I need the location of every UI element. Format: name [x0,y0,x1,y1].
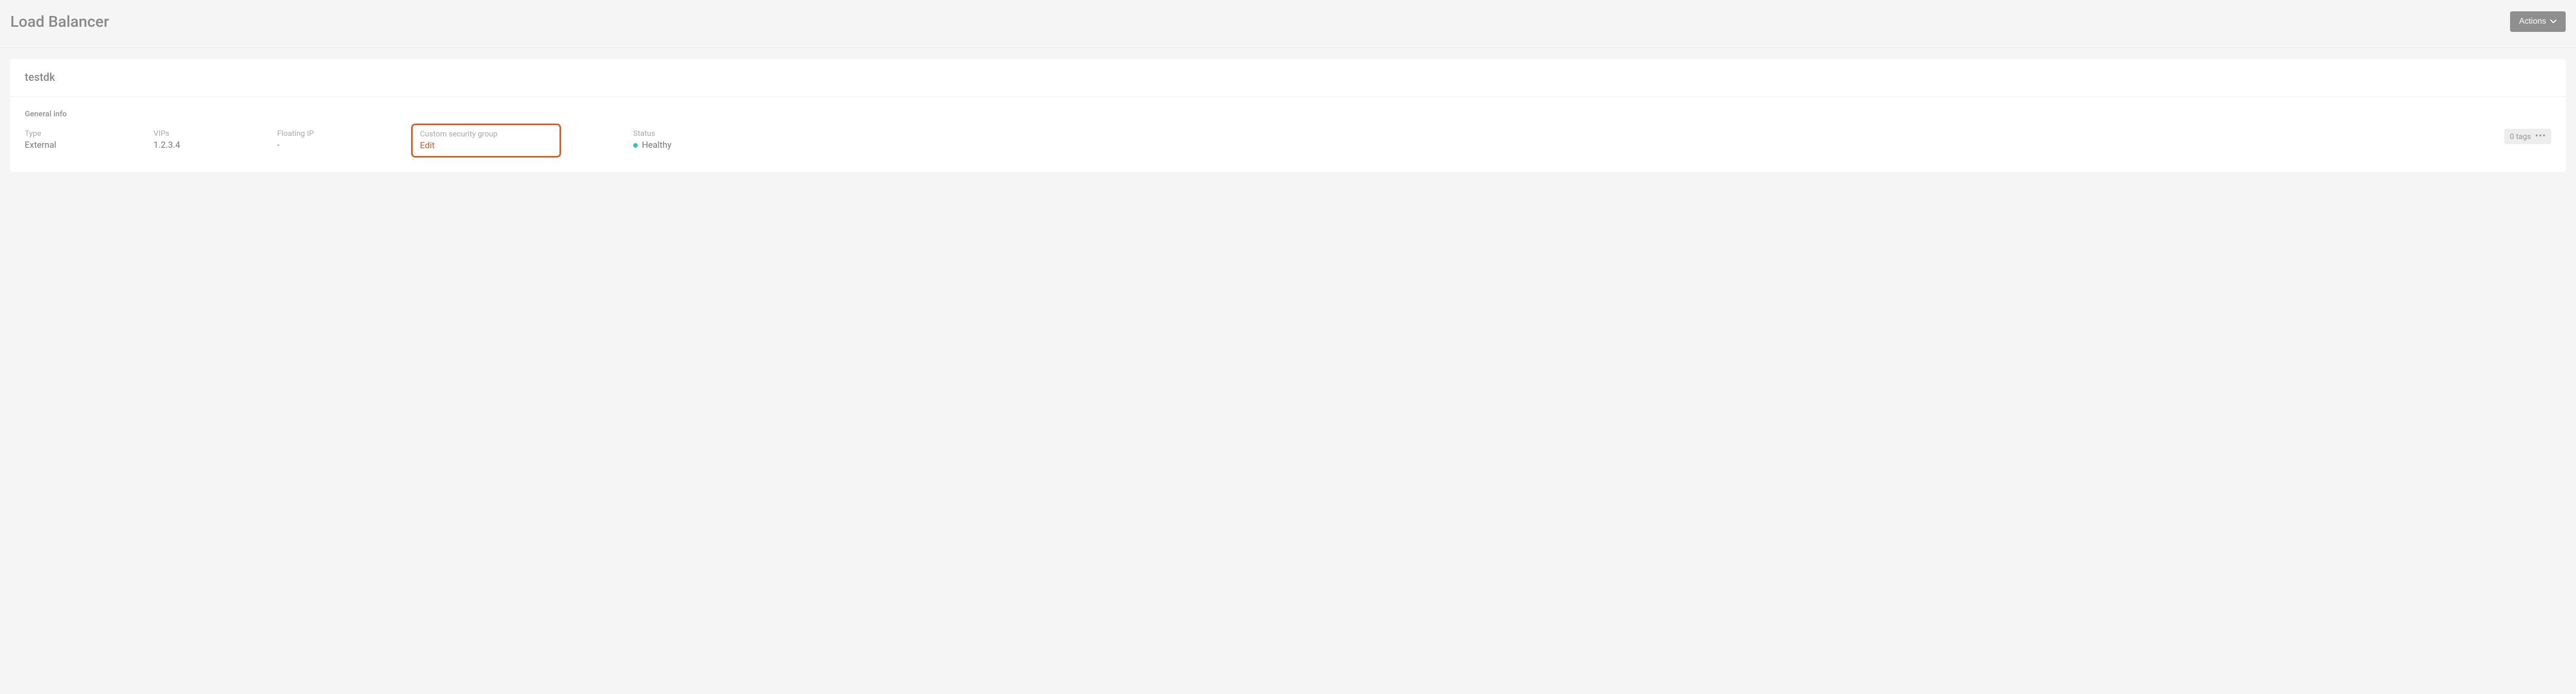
info-floating-ip-label: Floating IP [277,129,406,138]
content-area: testdk General info Type External VIPs 1… [0,48,2576,183]
resource-name: testdk [25,72,2551,84]
info-type: Type External [25,129,148,150]
tags-badge[interactable]: 0 tags ••• [2504,129,2551,144]
info-status: Status Healthy [633,129,757,150]
csg-highlight-frame: Custom security group Edit [411,124,561,158]
tags-count-label: 0 tags [2510,132,2531,141]
general-info-row: Type External VIPs 1.2.3.4 Floating IP -… [25,129,2551,158]
status-dot-icon [633,143,638,148]
card-header: testdk [10,59,2566,97]
info-vips-label: VIPs [154,129,272,138]
info-status-label: Status [633,129,757,138]
chevron-down-icon [2550,20,2556,24]
info-status-value: Healthy [633,140,757,150]
page-title: Load Balancer [10,13,109,31]
info-vips: VIPs 1.2.3.4 [154,129,272,150]
tags-container: 0 tags ••• [2504,129,2551,144]
info-floating-ip-value: - [277,140,406,150]
info-floating-ip: Floating IP - [277,129,406,150]
actions-button-label: Actions [2519,17,2546,26]
info-csg-label: Custom security group [420,129,498,138]
page-header: Load Balancer Actions [0,0,2576,48]
more-icon: ••• [2535,132,2546,141]
info-type-value: External [25,140,148,150]
status-text: Healthy [642,140,672,150]
csg-edit-link[interactable]: Edit [420,141,498,151]
details-card: testdk General info Type External VIPs 1… [10,59,2566,172]
section-title-general: General info [25,109,2551,118]
actions-button[interactable]: Actions [2510,11,2566,32]
card-body: General info Type External VIPs 1.2.3.4 … [10,97,2566,172]
info-vips-value: 1.2.3.4 [154,140,272,150]
info-type-label: Type [25,129,148,138]
info-custom-security-group: Custom security group Edit [411,129,561,158]
